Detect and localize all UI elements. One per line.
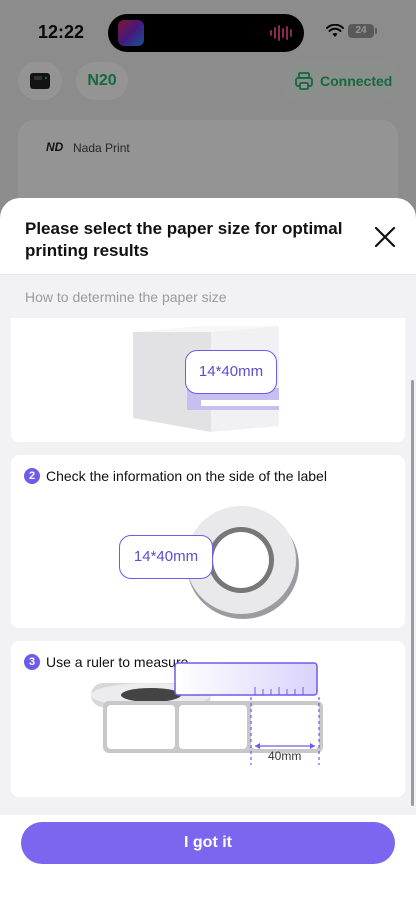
roll-size-label: 14*40mm — [119, 535, 213, 579]
close-icon[interactable] — [370, 222, 400, 252]
sheet-scroll-content[interactable]: How to determine the paper size 14*40mm … — [0, 275, 416, 815]
sheet-title: Please select the paper size for optimal… — [25, 219, 343, 260]
step-card-ruler: 3 Use a ruler to measure 40mm — [11, 641, 405, 797]
ruler-measure-illustration — [91, 662, 323, 765]
box-size-label: 14*40mm — [185, 350, 277, 394]
step-card-label-side: 2 Check the information on the side of t… — [11, 455, 405, 628]
step-card-box: 14*40mm — [11, 318, 405, 442]
sheet-scrollbar[interactable] — [411, 380, 414, 806]
paper-size-sheet: Please select the paper size for optimal… — [0, 198, 416, 904]
section-hint: How to determine the paper size — [25, 289, 227, 305]
got-it-button[interactable]: I got it — [21, 822, 395, 864]
ruler-measure-label: 40mm — [268, 749, 302, 763]
sheet-footer: I got it — [0, 815, 416, 904]
